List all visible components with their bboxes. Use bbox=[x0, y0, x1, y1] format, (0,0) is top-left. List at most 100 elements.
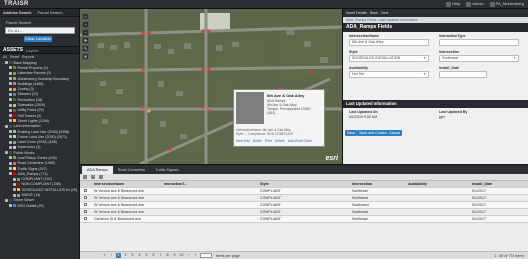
clear-location-button[interactable]: Clear Location bbox=[24, 36, 52, 42]
tab-road-centerline[interactable]: Road Centerline bbox=[113, 166, 150, 174]
style-select[interactable]: SCHEDULED INSTALLATION ▼ bbox=[349, 55, 429, 62]
table-row[interactable]: W Vernon ave & Beaumont ave COMPLIANT Nort… bbox=[80, 188, 528, 195]
layer-checkbox[interactable] bbox=[13, 188, 16, 192]
breadcrumb-item[interactable]: Last Updated Information bbox=[379, 18, 418, 22]
first-page-icon[interactable]: « bbox=[102, 253, 107, 258]
column-header[interactable]: IntersectionName bbox=[94, 182, 164, 186]
row-checkbox[interactable] bbox=[84, 203, 87, 206]
page-number[interactable]: 9 bbox=[172, 253, 177, 258]
popup-buffer-link[interactable]: Buffer bbox=[253, 139, 262, 143]
layer-checkbox[interactable] bbox=[9, 135, 12, 139]
layer-checkbox[interactable] bbox=[5, 198, 8, 202]
layer-tool-reports[interactable]: Reports bbox=[22, 55, 34, 59]
availability-select[interactable]: Not Set ▼ bbox=[349, 71, 429, 78]
row-checkbox[interactable] bbox=[84, 210, 87, 213]
user-menu[interactable]: Admin bbox=[466, 1, 484, 7]
layer-checkbox[interactable] bbox=[9, 77, 12, 81]
layer-checkbox[interactable] bbox=[9, 87, 12, 91]
table-row[interactable]: W Vernon ave & Beaumont ave COMPLIANT Nort… bbox=[80, 195, 528, 202]
popup-delete-link[interactable]: Delete bbox=[275, 139, 285, 143]
cancel-button[interactable]: Cancel bbox=[387, 130, 403, 136]
layer-checkbox[interactable] bbox=[13, 177, 16, 181]
layer-tool-all[interactable]: All bbox=[3, 55, 7, 59]
layer-checkbox[interactable] bbox=[13, 193, 16, 197]
layer-checkbox[interactable] bbox=[9, 119, 12, 123]
layer-checkbox[interactable] bbox=[9, 204, 12, 208]
page-number[interactable]: 8 bbox=[165, 253, 170, 258]
breadcrumb-item[interactable]: ADA_Ramps Fields bbox=[346, 18, 377, 22]
page-size-select[interactable]: 50 bbox=[200, 253, 212, 258]
print-icon[interactable] bbox=[99, 175, 103, 179]
layer-checkbox[interactable] bbox=[9, 172, 12, 176]
asset-details-tab[interactable]: Asset Details bbox=[346, 11, 367, 15]
layer-checkbox[interactable] bbox=[9, 103, 12, 107]
help-link[interactable]: Help bbox=[446, 1, 460, 7]
zoom-in-button[interactable]: + bbox=[82, 21, 89, 28]
pan-tool-button[interactable]: ✥ bbox=[82, 37, 89, 44]
tab-traffic-signals[interactable]: Traffic Signals bbox=[150, 166, 184, 174]
page-number[interactable]: 4 bbox=[137, 253, 142, 258]
layer-checkbox[interactable] bbox=[9, 82, 12, 86]
filter-icon[interactable] bbox=[91, 175, 95, 179]
layer-checkbox[interactable] bbox=[5, 151, 8, 155]
home-tool-button[interactable]: ⌂ bbox=[82, 13, 89, 20]
column-header[interactable]: Install_Date bbox=[472, 182, 522, 186]
draw-tool-button[interactable]: ✎ bbox=[82, 45, 89, 52]
save-button[interactable]: Save bbox=[345, 130, 358, 136]
layer-checkbox[interactable] bbox=[9, 145, 12, 149]
intersection-select[interactable]: Southeast ▼ bbox=[439, 55, 519, 62]
layer-checkbox[interactable] bbox=[9, 130, 12, 133]
table-row[interactable]: W Vernon ave & Beaumont ave COMPLIANT Sout… bbox=[80, 202, 528, 209]
page-number[interactable]: 5 bbox=[144, 253, 149, 258]
layer-checkbox[interactable] bbox=[9, 71, 12, 75]
locate-tool-button[interactable]: ⊕ bbox=[82, 53, 89, 60]
layer-checkbox[interactable] bbox=[9, 98, 12, 102]
prev-page-icon[interactable]: ‹ bbox=[109, 253, 114, 258]
layer-checkbox[interactable] bbox=[9, 167, 12, 171]
page-number[interactable]: 3 bbox=[130, 253, 135, 258]
zoom-out-button[interactable]: − bbox=[82, 29, 89, 36]
layer-checkbox[interactable] bbox=[9, 66, 12, 70]
layer-checkbox[interactable] bbox=[9, 140, 12, 144]
map-view[interactable]: ⌂ + − ✥ ✎ ⊕ 6th Ave & Oak Alley ADA Ramp… bbox=[80, 9, 342, 164]
table-row[interactable]: Cameron St & Beaumont ave COMPLIANT Northe… bbox=[80, 216, 528, 223]
column-header[interactable]: Intersection bbox=[352, 182, 408, 186]
layer-tool-reset[interactable]: Reset bbox=[10, 55, 19, 59]
layer-checkbox[interactable] bbox=[9, 114, 12, 118]
interaction-type-field[interactable] bbox=[439, 39, 519, 46]
row-checkbox[interactable] bbox=[84, 189, 87, 192]
layer-checkbox[interactable] bbox=[5, 124, 8, 128]
page-number[interactable]: 10 bbox=[179, 253, 184, 258]
install-date-field[interactable] bbox=[439, 71, 487, 78]
layer-checkbox[interactable] bbox=[9, 92, 12, 96]
tab-parcel-search[interactable]: Parcel Search bbox=[34, 9, 65, 16]
page-number[interactable]: 6 bbox=[151, 253, 156, 258]
column-header[interactable]: Style bbox=[260, 182, 352, 186]
page-number[interactable]: 7 bbox=[158, 253, 163, 258]
last-page-icon[interactable]: » bbox=[193, 253, 198, 258]
parcel-search-input[interactable]: Ex: A1… bbox=[5, 27, 75, 34]
popup-view-info-link[interactable]: View Info bbox=[236, 139, 250, 143]
export-icon[interactable] bbox=[83, 175, 87, 179]
layer-item[interactable]: MS4 Outfall (29) bbox=[2, 203, 79, 208]
layer-checkbox[interactable] bbox=[9, 108, 12, 112]
tab-ada-ramps[interactable]: ADA Ramps bbox=[82, 166, 113, 174]
tenant-menu[interactable]: PA_Muhlenberg bbox=[489, 1, 524, 7]
column-header[interactable]: Availability bbox=[408, 182, 472, 186]
layer-checkbox[interactable] bbox=[9, 161, 12, 165]
layer-checkbox[interactable] bbox=[9, 156, 12, 160]
page-number[interactable]: 2 bbox=[123, 253, 128, 258]
row-checkbox[interactable] bbox=[84, 196, 87, 199]
next-page-icon[interactable]: › bbox=[186, 253, 191, 258]
row-checkbox[interactable] bbox=[84, 217, 87, 220]
intersection-name-field[interactable]: 6th Ave & Oak Alley bbox=[349, 39, 429, 46]
column-header[interactable]: InteractionT... bbox=[164, 182, 260, 186]
popup-print-link[interactable]: Print bbox=[265, 139, 272, 143]
next-link[interactable]: Next bbox=[381, 11, 388, 15]
back-link[interactable]: Back bbox=[370, 11, 378, 15]
layer-checkbox[interactable] bbox=[5, 61, 8, 65]
table-row[interactable]: W Vernon ave & Beaumont ave COMPLIANT Sout… bbox=[80, 209, 528, 216]
layer-checkbox[interactable] bbox=[13, 182, 16, 186]
page-number[interactable]: 1 bbox=[116, 253, 121, 258]
popup-add-work-order-link[interactable]: Add Work Order bbox=[288, 139, 312, 143]
